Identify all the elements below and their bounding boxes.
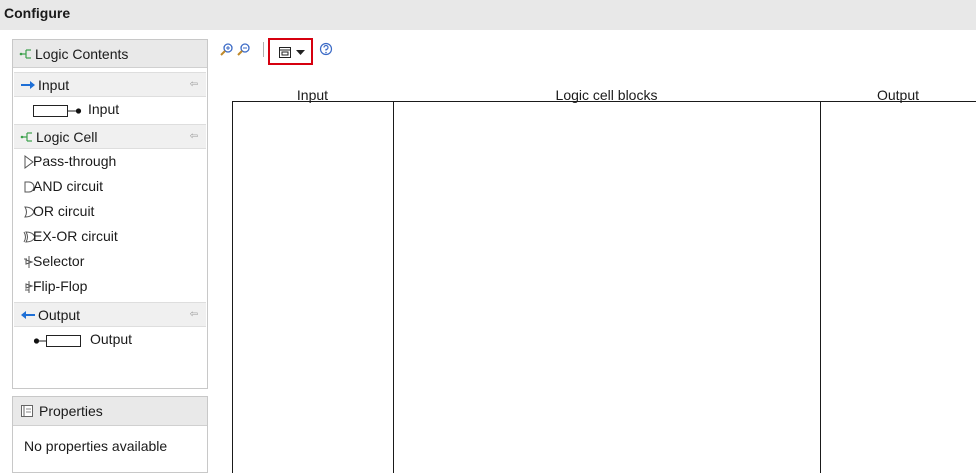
palette-item-pass-through[interactable]: Pass-through (13, 150, 207, 175)
palette-item-label: Pass-through (33, 153, 117, 169)
layout-icon (279, 47, 291, 58)
palette-item-or[interactable]: OR circuit (13, 200, 207, 225)
properties-header-label: Properties (39, 403, 103, 419)
layout-dropdown-button[interactable] (268, 38, 313, 65)
logic-contents-icon (19, 49, 31, 59)
logic-canvas[interactable] (232, 101, 976, 473)
column-headers: Input Logic cell blocks Output (232, 87, 976, 103)
palette-item-label: Selector (33, 253, 85, 269)
palette-item-label: OR circuit (33, 203, 95, 219)
help-icon[interactable] (319, 42, 333, 56)
window-title: Configure (4, 5, 71, 21)
palette-item-input-label: Input (88, 101, 120, 117)
section-output-label: Output (38, 307, 81, 323)
column-divider (820, 102, 821, 473)
palette-item-label: Flip-Flop (33, 278, 88, 294)
section-logic-cell[interactable]: Logic Cell ⇦ (14, 124, 206, 149)
output-terminal-icon (33, 335, 81, 347)
section-logic-cell-label: Logic Cell (36, 129, 98, 145)
section-output[interactable]: Output ⇦ (14, 302, 206, 327)
column-divider (393, 102, 394, 473)
arrow-left-icon (21, 311, 35, 319)
palette-item-output[interactable]: Output (13, 328, 207, 353)
dropdown-arrow-icon (296, 50, 305, 55)
input-terminal-icon (33, 105, 82, 117)
collapse-arrow-icon[interactable]: ⇦ (190, 79, 198, 90)
palette-item-label: EX-OR circuit (33, 228, 118, 244)
editor-toolbar (218, 38, 358, 66)
toolbar-separator (263, 42, 264, 57)
zoom-out-icon[interactable] (237, 42, 251, 56)
zoom-in-icon[interactable] (220, 42, 234, 56)
palette-item-ex-or[interactable]: EX-OR circuit (13, 225, 207, 250)
palette-item-output-label: Output (90, 331, 133, 347)
collapse-arrow-icon[interactable]: ⇦ (190, 309, 198, 320)
properties-header[interactable]: Properties (13, 397, 207, 426)
palette-item-selector[interactable]: Selector (13, 250, 207, 275)
logic-cell-icon (20, 132, 32, 142)
section-input[interactable]: Input ⇦ (14, 72, 206, 97)
section-input-label: Input (38, 77, 70, 93)
title-bar: Configure (0, 0, 976, 30)
palette-item-flip-flop[interactable]: Flip-Flop (13, 275, 207, 300)
palette-header[interactable]: Logic Contents (13, 40, 207, 68)
palette-header-label: Logic Contents (35, 46, 129, 62)
properties-empty-text: No properties available (24, 438, 168, 454)
palette-item-and[interactable]: AND circuit (13, 175, 207, 200)
palette-item-input[interactable]: Input (13, 98, 207, 123)
properties-icon (21, 405, 33, 417)
palette-item-label: AND circuit (33, 178, 104, 194)
logic-palette: Logic Contents Input ⇦ Input Logic Cell … (12, 39, 208, 389)
arrow-right-icon (21, 81, 35, 89)
collapse-arrow-icon[interactable]: ⇦ (190, 131, 198, 142)
properties-panel: Properties No properties available (12, 396, 208, 473)
